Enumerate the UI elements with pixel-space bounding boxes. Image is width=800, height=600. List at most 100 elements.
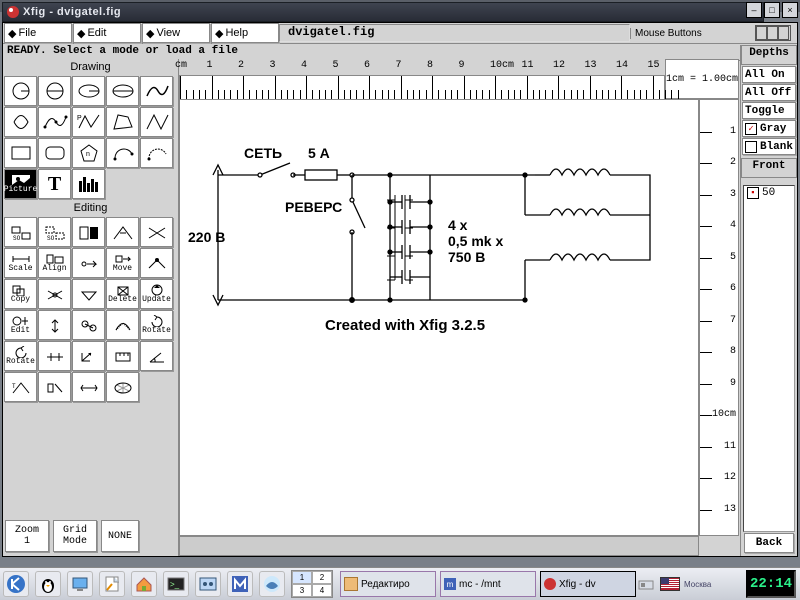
home-icon[interactable] xyxy=(131,571,157,597)
tool-rotate-ccw[interactable]: Rotate xyxy=(4,341,37,371)
depths-blank[interactable]: Blank xyxy=(742,138,796,155)
menu-help[interactable]: ◆Help xyxy=(211,23,279,43)
tool-arc-2[interactable] xyxy=(140,138,173,168)
depths-all-off[interactable]: All Off xyxy=(742,84,796,101)
notes-icon[interactable] xyxy=(99,571,125,597)
minimize-button[interactable]: – xyxy=(746,2,762,18)
tool-open-compound[interactable] xyxy=(72,217,105,247)
tool-line[interactable] xyxy=(140,107,173,137)
tool-blank xyxy=(106,169,139,199)
tool-rotate-cw[interactable]: Rotate xyxy=(140,310,173,340)
flag-us-icon[interactable] xyxy=(660,577,680,591)
tool-spline-line[interactable] xyxy=(38,341,71,371)
tool-add-point[interactable] xyxy=(140,248,173,278)
tool-convert[interactable] xyxy=(106,310,139,340)
grid-none-box[interactable]: NONE xyxy=(101,520,139,552)
tool-picture[interactable]: Picture xyxy=(4,169,37,199)
tool-flip-vert[interactable] xyxy=(38,310,71,340)
maximize-button[interactable]: □ xyxy=(764,2,780,18)
tool-copy[interactable]: Copy xyxy=(4,279,37,309)
tool-point-move[interactable] xyxy=(72,248,105,278)
grid-box[interactable]: GridMode xyxy=(53,520,97,552)
ruler-h-labels: cm12345678910cm1112131415 xyxy=(179,59,665,75)
depth-list[interactable]: ▪50 xyxy=(743,185,795,532)
drawing-section-label: Drawing xyxy=(3,59,178,75)
svg-text:SO: SO xyxy=(47,235,55,241)
depths-all-on[interactable]: All On xyxy=(742,66,796,83)
zoom-box[interactable]: Zoom1 xyxy=(5,520,49,552)
svg-text:n: n xyxy=(86,151,90,158)
tool-polyline[interactable]: P xyxy=(72,107,105,137)
tool-circle-diameter[interactable] xyxy=(38,76,71,106)
tool-chop[interactable] xyxy=(140,217,173,247)
desktop-icon[interactable] xyxy=(67,571,93,597)
tool-break-compound[interactable]: SO xyxy=(38,217,71,247)
tool-move[interactable]: Move xyxy=(106,248,139,278)
svg-text:P: P xyxy=(77,115,82,122)
tool-edit[interactable]: Edit xyxy=(4,310,37,340)
filename-field[interactable]: dvigatel.fig xyxy=(279,24,630,42)
tool-library[interactable] xyxy=(72,169,105,199)
depths-gray[interactable]: ✓Gray xyxy=(742,120,796,137)
tool-text[interactable]: T xyxy=(38,169,71,199)
depths-toggle[interactable]: Toggle xyxy=(742,102,796,119)
seamonkey-icon[interactable] xyxy=(259,571,285,597)
tool-add-arrow[interactable] xyxy=(72,341,105,371)
tool-tangent[interactable]: T xyxy=(4,372,37,402)
tool-area[interactable] xyxy=(106,372,139,402)
tray-icon[interactable] xyxy=(638,576,654,592)
unit-label: 1cm = 1.00cm xyxy=(665,59,739,99)
tool-ellipse-diameter[interactable] xyxy=(106,76,139,106)
kmenu-icon[interactable] xyxy=(3,571,29,597)
midnight-commander-icon[interactable] xyxy=(227,571,253,597)
tool-arc-box[interactable] xyxy=(38,138,71,168)
tool-interp-spline[interactable] xyxy=(38,107,71,137)
tool-measure[interactable] xyxy=(106,341,139,371)
tool-box[interactable] xyxy=(4,138,37,168)
tool-palette: Drawing P n Picture T xyxy=(3,59,179,556)
mouse-buttons-icon xyxy=(755,25,791,41)
close-button[interactable]: × xyxy=(782,2,798,18)
drawing-canvas[interactable]: 220 В СЕТЬ 5 А РЕВЕРС 4 x 0,5 mk x 750 В… xyxy=(179,99,699,536)
depths-back[interactable]: Back xyxy=(744,533,794,553)
tool-scale[interactable]: Scale xyxy=(4,248,37,278)
tool-align[interactable]: Align xyxy=(38,248,71,278)
tool-circle-radius[interactable] xyxy=(4,76,37,106)
desktop-switcher[interactable]: 1234 xyxy=(291,570,333,598)
menu-file[interactable]: ◆File xyxy=(4,23,72,43)
clock[interactable]: 22:14 xyxy=(746,570,796,598)
tool-regular-polygon[interactable]: n xyxy=(72,138,105,168)
tool-join-split[interactable] xyxy=(106,217,139,247)
penguin-icon[interactable] xyxy=(35,571,61,597)
depths-header: Depths xyxy=(741,45,797,65)
scrollbar-horizontal[interactable] xyxy=(179,536,699,556)
task-editor[interactable]: Редактиро xyxy=(340,571,436,597)
kcontrol-icon[interactable] xyxy=(195,571,221,597)
tool-flip-horz[interactable] xyxy=(72,310,105,340)
app-icon xyxy=(6,5,20,19)
menu-view[interactable]: ◆View xyxy=(142,23,210,43)
tool-closed-spline[interactable] xyxy=(4,107,37,137)
tool-angle-measure[interactable] xyxy=(140,341,173,371)
tool-update[interactable]: Update xyxy=(140,279,173,309)
ruler-vertical[interactable]: 12345678910cm111213 xyxy=(699,99,739,536)
svg-text:>_: >_ xyxy=(170,580,180,589)
tool-tangent2[interactable] xyxy=(38,372,71,402)
terminal-icon[interactable]: >_ xyxy=(163,571,189,597)
voltage-label: 220 В xyxy=(188,229,225,245)
tool-ellipse-radius[interactable] xyxy=(72,76,105,106)
tool-paste[interactable] xyxy=(38,279,71,309)
task-mc[interactable]: mmc - /mnt xyxy=(440,571,536,597)
tool-glue-compound[interactable]: SO xyxy=(4,217,37,247)
tool-length[interactable] xyxy=(72,372,105,402)
mouse-buttons-panel: Mouse Buttons xyxy=(630,28,755,39)
tool-delete[interactable]: Delete xyxy=(106,279,139,309)
menu-edit[interactable]: ◆Edit xyxy=(73,23,141,43)
tool-delete-point[interactable] xyxy=(72,279,105,309)
tool-polygon[interactable] xyxy=(106,107,139,137)
tool-spline[interactable] xyxy=(140,76,173,106)
ruler-horizontal[interactable] xyxy=(179,75,665,101)
titlebar[interactable]: Xfig - dvigatel.fig xyxy=(2,2,764,22)
task-xfig[interactable]: Xfig - dv xyxy=(540,571,636,597)
tool-arc[interactable] xyxy=(106,138,139,168)
